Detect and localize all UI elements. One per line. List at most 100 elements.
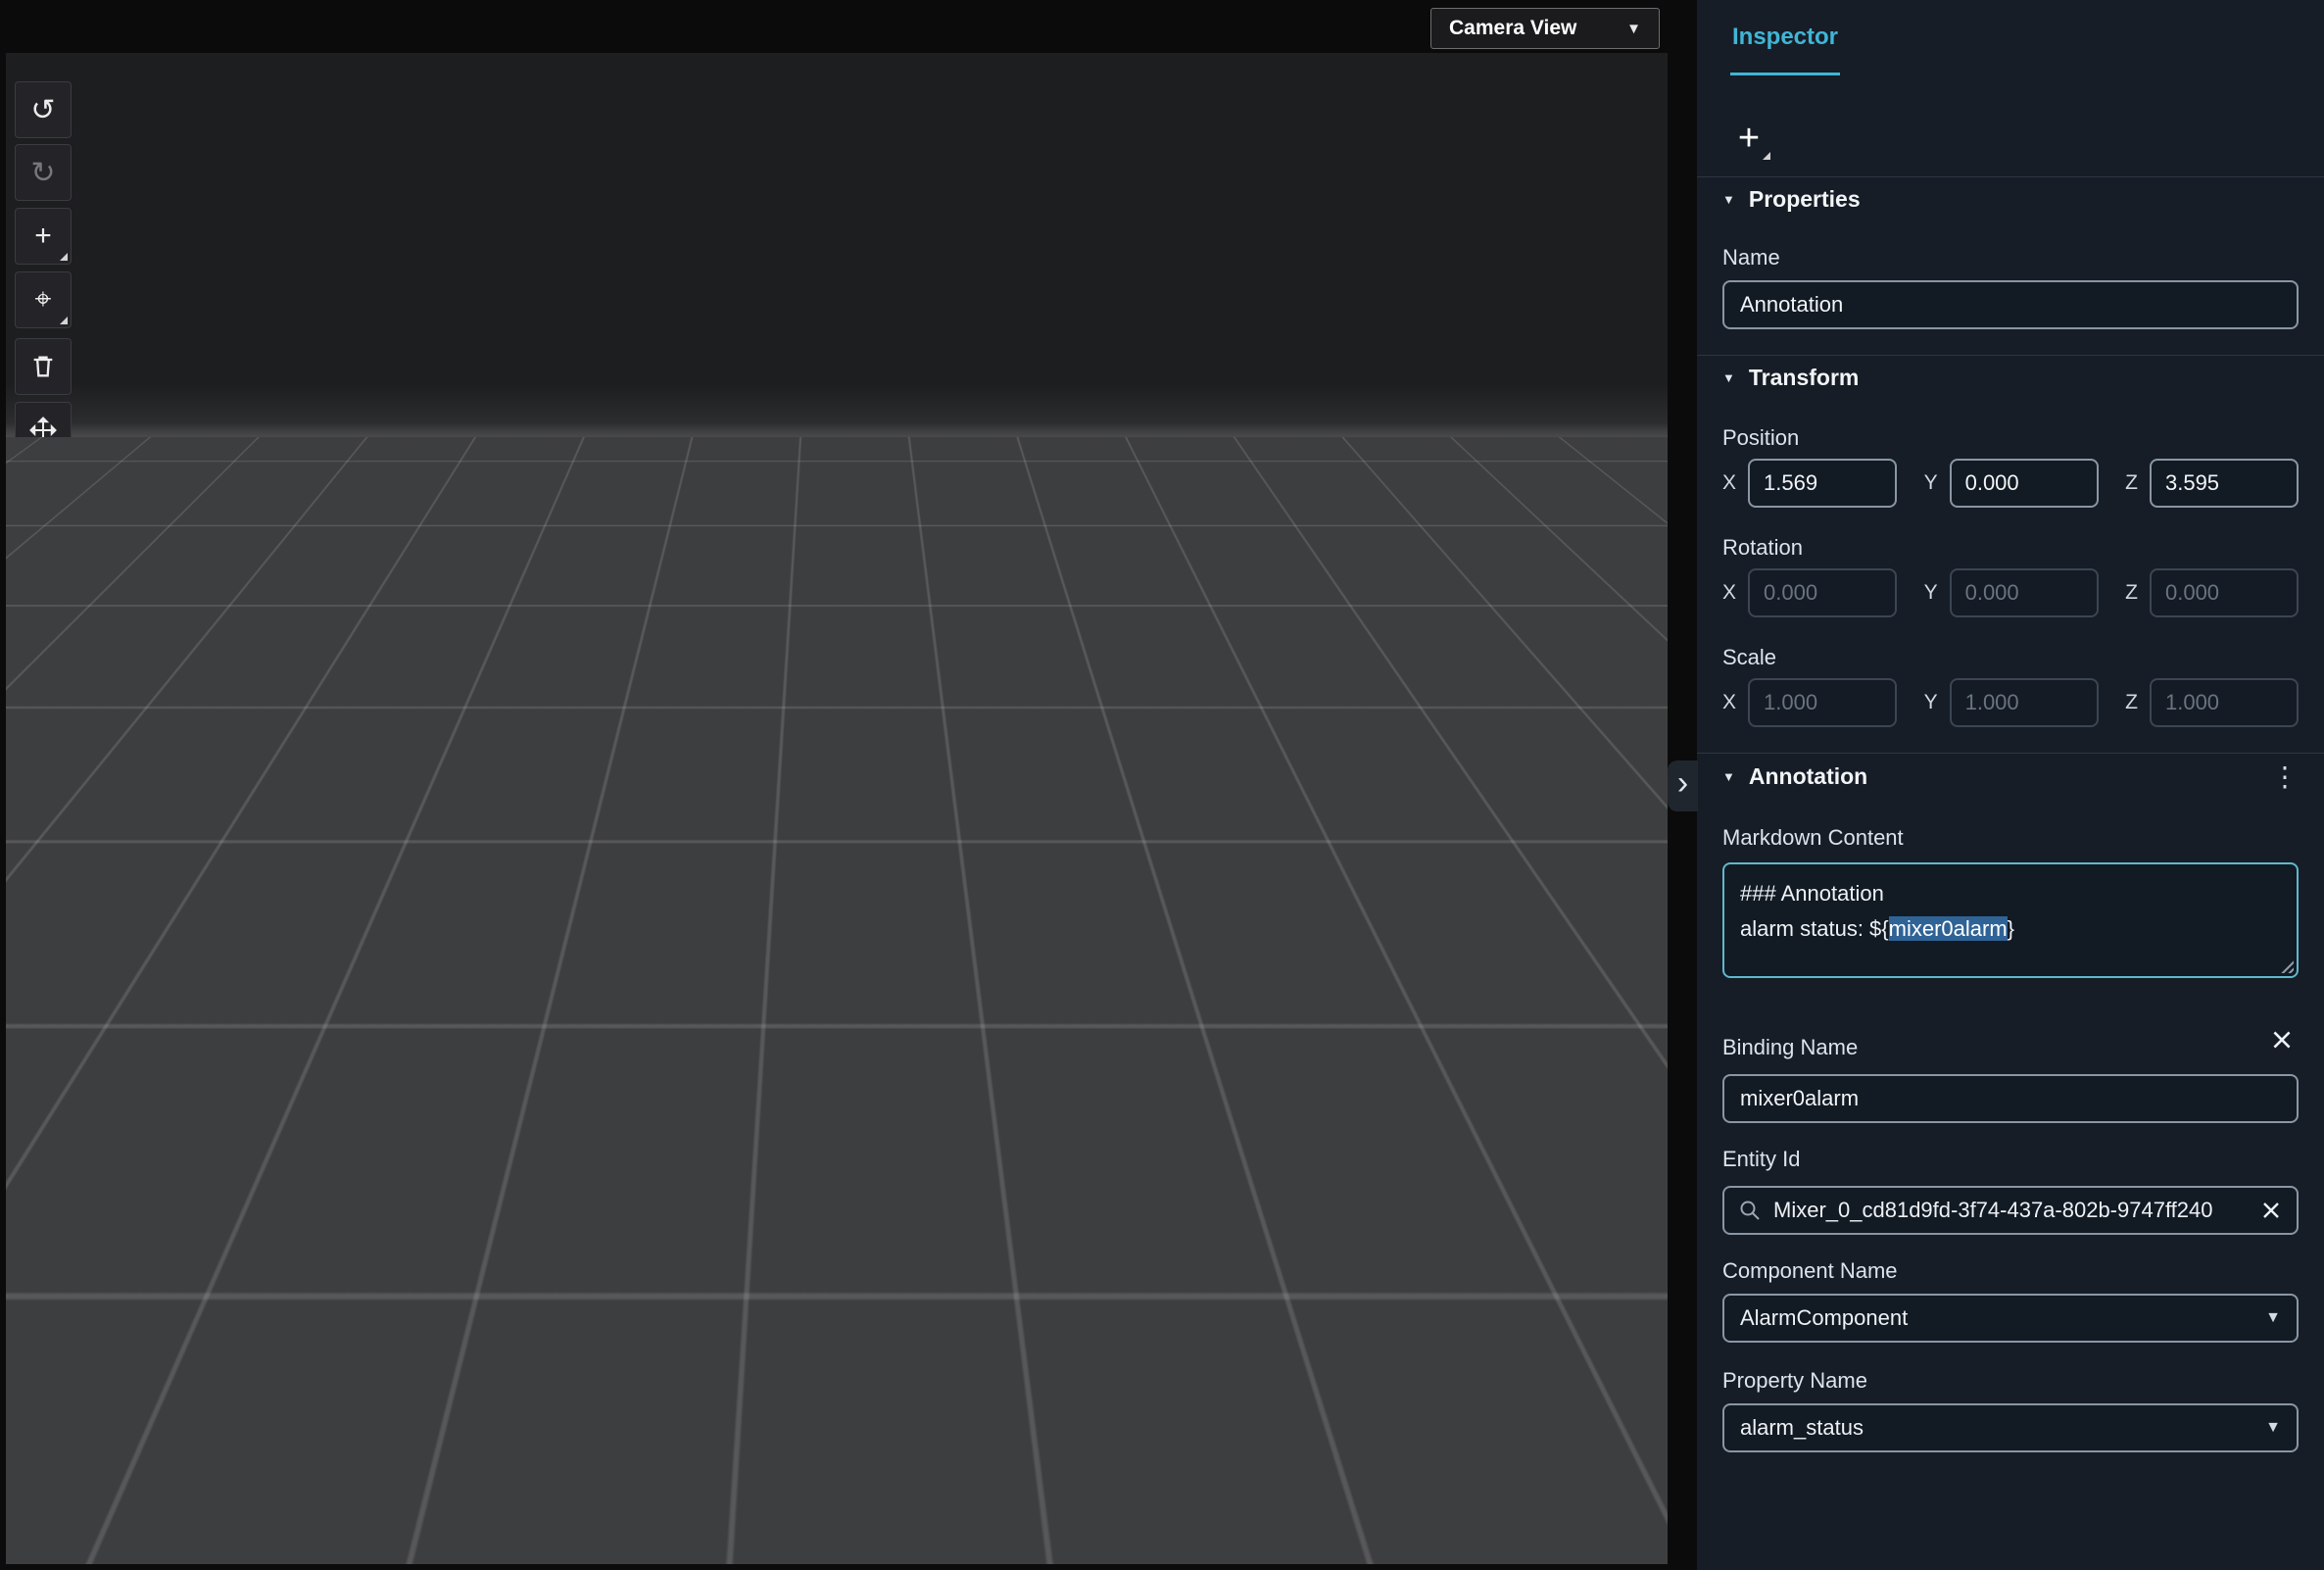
position-row: X Y Z (1722, 459, 2299, 508)
gizmo-z-arrow[interactable] (609, 1051, 645, 1074)
position-x-input[interactable] (1748, 459, 1898, 508)
axis-z-label: Z (2125, 691, 2138, 713)
add-object-button[interactable]: + (15, 208, 72, 265)
flyout-corner (60, 253, 68, 261)
entity-id-input[interactable]: Mixer_0_cd81d9fd-3f74-437a-802b-9747ff24… (1722, 1186, 2299, 1235)
scene-statistics-vertices: Vertices : 107,892 (1215, 1439, 1365, 1459)
markdown-content-label: Markdown Content (1722, 825, 1904, 850)
section-header-transform[interactable]: ▼ Transform (1697, 355, 2324, 400)
resize-handle[interactable] (2280, 959, 2294, 973)
translate-gizmo[interactable] (609, 1009, 935, 1231)
axis-z-label: Z (2125, 471, 2138, 494)
search-icon (1740, 1201, 1760, 1220)
scene-statistics-triangles: Triangles : 162,180 (1215, 1478, 1374, 1498)
component-name-select[interactable]: AlarmComponent ▼ (1722, 1294, 2299, 1343)
triad-neg-y-handle[interactable] (1538, 1500, 1562, 1524)
property-name-select[interactable]: alarm_status ▼ (1722, 1403, 2299, 1452)
position-label: Position (1722, 425, 1800, 450)
axis-x-label: X (1722, 581, 1737, 604)
section-title-annotation: Annotation (1748, 763, 1868, 789)
triad-z-label: Z (1501, 1454, 1511, 1473)
selection-wireframe (982, 669, 1116, 760)
triad-x-label: X (1589, 1457, 1601, 1476)
position-y-input[interactable] (1949, 459, 2099, 508)
orientation-triad[interactable]: Y X Z (1491, 1368, 1610, 1524)
scene-statistics-title: Scene Statistics (1215, 1398, 1366, 1420)
axis-x-label: X (1722, 691, 1737, 713)
section-header-annotation[interactable]: ▼ Annotation ⋮ (1697, 753, 2324, 800)
undo-button[interactable]: ↺ (15, 81, 72, 138)
chevron-down-icon: ▼ (1626, 20, 1641, 37)
annotation-tooltip-body: alarm status: ${mixer0alarm} (635, 973, 872, 994)
rotation-x-input[interactable] (1748, 568, 1898, 617)
entity-id-label: Entity Id (1722, 1147, 1801, 1171)
inspector-panel: Inspector + ▼ Properties Name ▼ Transfor… (1697, 0, 2324, 1570)
flyout-corner (1763, 152, 1770, 160)
gizmo-y-arrow[interactable] (762, 1198, 786, 1231)
property-name-label: Property Name (1722, 1368, 1867, 1393)
clear-entity-button[interactable] (2259, 1199, 2283, 1222)
scale-x-input[interactable] (1748, 678, 1898, 727)
inspector-collapse-handle[interactable]: › (1668, 760, 1698, 811)
gizmo-x-arrow[interactable] (903, 1054, 935, 1075)
kebab-menu-icon[interactable]: ⋮ (2271, 760, 2299, 793)
scale-y-input[interactable] (1949, 678, 2099, 727)
tab-inspector[interactable]: Inspector (1730, 24, 1841, 75)
markdown-line-1: ### Annotation (1740, 881, 1884, 906)
add-component-button[interactable]: + (1724, 114, 1773, 163)
rotation-z-input[interactable] (2149, 568, 2299, 617)
chevron-down-icon: ▼ (2265, 1309, 2281, 1326)
trash-icon (33, 356, 53, 377)
section-header-properties[interactable]: ▼ Properties (1697, 176, 2324, 221)
move-tool-button[interactable] (15, 402, 72, 459)
mixer-model-2[interactable] (793, 753, 949, 937)
anchor-handle[interactable] (700, 650, 729, 679)
caret-down-icon: ▼ (1722, 769, 1735, 784)
component-name-value: AlarmComponent (1740, 1305, 1909, 1330)
anchor-icon: ⌖ (34, 283, 52, 316)
markdown-line-2: alarm status: ${mixer0alarm} (1740, 916, 2015, 941)
redo-button[interactable]: ↻ (15, 144, 72, 201)
undo-icon: ↺ (30, 93, 56, 126)
scene-statistics-panel: Scene Statistics Vertices : 107,892 Tria… (1193, 1379, 1440, 1544)
anchor-handle[interactable] (1057, 758, 1087, 787)
scene-canvas[interactable]: Y X Z Annotation alarm status: ${mixer0a… (6, 53, 1668, 1564)
redo-icon: ↻ (30, 156, 56, 189)
name-input[interactable] (1722, 280, 2299, 329)
section-title-transform: Transform (1748, 365, 1860, 390)
triad-y-label: Y (1544, 1376, 1556, 1395)
flyout-corner (60, 317, 68, 324)
property-name-value: alarm_status (1740, 1415, 1864, 1440)
delete-button[interactable] (15, 338, 72, 395)
section-title-properties: Properties (1748, 186, 1861, 212)
move-icon (29, 417, 57, 444)
chevron-down-icon: ▼ (2265, 1419, 2281, 1436)
rotation-y-input[interactable] (1949, 568, 2099, 617)
selected-text: mixer0alarm (1888, 916, 2008, 941)
axis-y-label: Y (1923, 691, 1938, 713)
markdown-content-textarea[interactable]: ### Annotation alarm status: ${mixer0ala… (1722, 862, 2299, 978)
scale-z-input[interactable] (2149, 678, 2299, 727)
position-z-input[interactable] (2149, 459, 2299, 508)
annotation-tooltip: Annotation alarm status: ${mixer0alarm} (615, 919, 939, 1012)
rotation-row: X Y Z (1722, 568, 2299, 617)
plus-icon: + (34, 220, 52, 252)
viewport-column: Camera View ▼ Y X Z Annotation alarm sta… (0, 0, 1697, 1570)
mixer-model-1[interactable] (641, 682, 818, 889)
mixer-model-3[interactable] (995, 810, 1163, 1006)
caret-down-icon: ▼ (1722, 192, 1735, 207)
scale-row: X Y Z (1722, 678, 2299, 727)
axis-y-label: Y (1923, 581, 1938, 604)
annotation-tooltip-title: Annotation (635, 933, 752, 960)
binding-name-label: Binding Name (1722, 1035, 1859, 1059)
anchor-tool-button[interactable]: ⌖ (15, 271, 72, 328)
entity-id-value: Mixer_0_cd81d9fd-3f74-437a-802b-9747ff24… (1773, 1198, 2213, 1222)
axis-z-label: Z (2125, 581, 2138, 604)
remove-binding-button[interactable] (2269, 1027, 2295, 1053)
flyout-corner (60, 447, 68, 455)
camera-view-label: Camera View (1449, 17, 1577, 39)
caret-down-icon: ▼ (1722, 370, 1735, 385)
binding-name-input[interactable] (1722, 1074, 2299, 1123)
camera-view-dropdown[interactable]: Camera View ▼ (1430, 8, 1660, 49)
rotation-label: Rotation (1722, 535, 1803, 560)
